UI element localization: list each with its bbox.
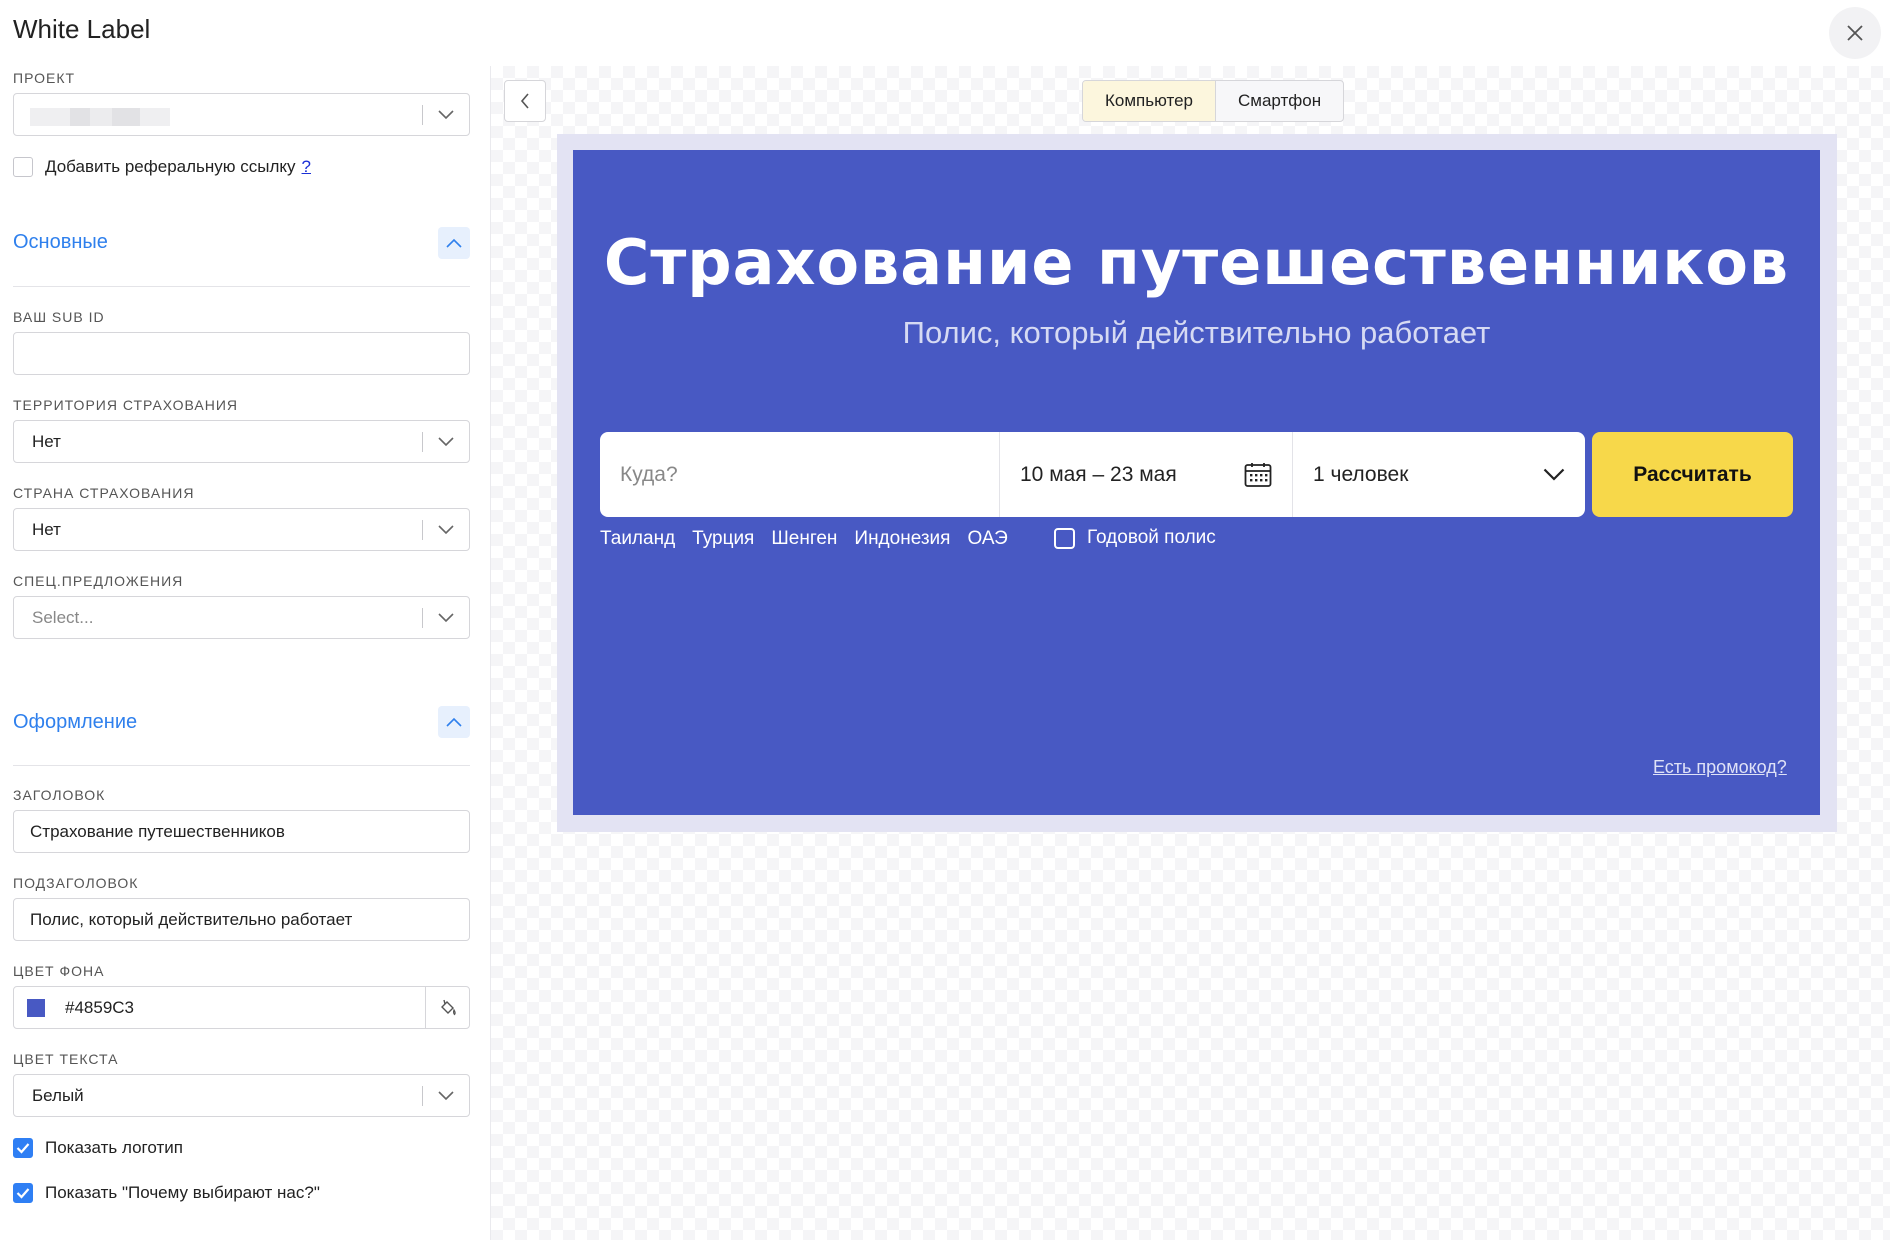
subheading-field[interactable] xyxy=(14,899,469,940)
chevron-down-icon xyxy=(438,524,454,534)
subid-label: ВАШ SUB ID xyxy=(13,309,105,325)
section-design-title[interactable]: Оформление xyxy=(13,711,470,734)
referral-checkbox-row[interactable]: Добавить реферальную ссылку ? xyxy=(13,157,311,177)
quick-destinations: Таиланд Турция Шенген Индонезия ОАЭ xyxy=(600,528,1008,550)
chevron-up-icon xyxy=(446,717,462,727)
section-design-collapse-button[interactable] xyxy=(438,706,470,738)
calculate-button[interactable]: Рассчитать xyxy=(1592,432,1793,517)
show-why-label: Показать "Почему выбирают нас?" xyxy=(45,1183,320,1202)
close-icon xyxy=(1847,25,1863,41)
referral-label: Добавить реферальную ссылку xyxy=(45,157,296,176)
project-label: ПРОЕКТ xyxy=(13,70,76,86)
chevron-down-icon xyxy=(1543,468,1565,481)
subid-field[interactable] xyxy=(14,333,469,374)
hero-subtitle: Полис, который действительно работает xyxy=(902,315,1491,350)
chevron-down-icon xyxy=(438,612,454,622)
referral-help-link[interactable]: ? xyxy=(302,157,311,177)
subheading-input[interactable] xyxy=(13,898,470,941)
bgcolor-label: ЦВЕТ ФОНА xyxy=(13,963,105,979)
heading-field[interactable] xyxy=(14,811,469,852)
chevron-down-icon xyxy=(438,109,454,119)
territory-value: Нет xyxy=(32,431,61,451)
country-value: Нет xyxy=(32,519,61,539)
special-placeholder: Select... xyxy=(32,607,94,627)
color-picker-button[interactable] xyxy=(425,987,469,1028)
travellers-select[interactable]: 1 человек xyxy=(1293,432,1585,517)
bgcolor-value[interactable]: #4859C3 xyxy=(45,998,425,1018)
referral-checkbox[interactable] xyxy=(13,157,33,177)
hero-title: Страхование путешественников xyxy=(603,226,1790,299)
annual-policy-row[interactable]: Годовой полис xyxy=(1054,527,1216,549)
device-toggle: Компьютер Смартфон xyxy=(1082,80,1345,122)
divider xyxy=(13,286,470,287)
project-select[interactable] xyxy=(13,93,470,136)
check-icon xyxy=(16,1143,30,1154)
textcolor-value: Белый xyxy=(32,1085,84,1105)
special-select[interactable]: Select... xyxy=(13,596,470,639)
widget-hero: Страхование путешественников Полис, кото… xyxy=(573,150,1820,815)
settings-sidebar: ПРОЕКТ Добавить реферальную ссылку ? Осн… xyxy=(0,60,490,1240)
close-button[interactable] xyxy=(1829,7,1881,59)
chevron-down-icon xyxy=(438,436,454,446)
show-why-checkbox[interactable] xyxy=(13,1183,33,1203)
section-main-collapse-button[interactable] xyxy=(438,227,470,259)
territory-select[interactable]: Нет xyxy=(13,420,470,463)
divider xyxy=(13,765,470,766)
destination-input[interactable]: Куда? xyxy=(600,432,1000,517)
quick-link[interactable]: Шенген xyxy=(771,528,837,550)
show-logo-row[interactable]: Показать логотип xyxy=(13,1138,183,1158)
back-button[interactable] xyxy=(504,80,546,122)
tab-desktop[interactable]: Компьютер xyxy=(1083,81,1216,121)
subid-input[interactable] xyxy=(13,332,470,375)
show-logo-checkbox[interactable] xyxy=(13,1138,33,1158)
bgcolor-input[interactable]: #4859C3 xyxy=(13,986,470,1029)
calendar-icon xyxy=(1244,462,1272,487)
country-select[interactable]: Нет xyxy=(13,508,470,551)
chevron-down-icon xyxy=(438,1090,454,1100)
chevron-left-icon xyxy=(520,93,529,109)
quick-link[interactable]: Турция xyxy=(692,528,754,550)
textcolor-select[interactable]: Белый xyxy=(13,1074,470,1117)
heading-input[interactable] xyxy=(13,810,470,853)
dates-value: 10 мая – 23 мая xyxy=(1020,462,1177,486)
country-label: СТРАНА СТРАХОВАНИЯ xyxy=(13,485,195,501)
paint-bucket-icon xyxy=(440,999,456,1015)
search-form: Куда? 10 мая – 23 мая 1 человек xyxy=(600,432,1585,517)
special-label: СПЕЦ.ПРЕДЛОЖЕНИЯ xyxy=(13,573,184,589)
textcolor-label: ЦВЕТ ТЕКСТА xyxy=(13,1051,119,1067)
subheading-label: ПОДЗАГОЛОВОК xyxy=(13,875,139,891)
dates-field[interactable]: 10 мая – 23 мая xyxy=(1000,432,1293,517)
window-title: White Label xyxy=(13,14,151,44)
color-swatch[interactable] xyxy=(27,998,45,1017)
heading-label: ЗАГОЛОВОК xyxy=(13,787,106,803)
project-value-redacted xyxy=(30,108,170,126)
promo-link[interactable]: Есть промокод? xyxy=(1653,757,1787,778)
quick-link[interactable]: Таиланд xyxy=(600,528,675,550)
travellers-value: 1 человек xyxy=(1313,462,1409,486)
annual-policy-label: Годовой полис xyxy=(1087,527,1216,548)
chevron-up-icon xyxy=(446,238,462,248)
quick-link[interactable]: ОАЭ xyxy=(967,528,1007,550)
quick-link[interactable]: Индонезия xyxy=(854,528,950,550)
show-why-row[interactable]: Показать "Почему выбирают нас?" xyxy=(13,1183,320,1203)
section-main-title[interactable]: Основные xyxy=(13,231,470,254)
tab-mobile[interactable]: Смартфон xyxy=(1216,81,1343,121)
annual-policy-checkbox[interactable] xyxy=(1054,527,1075,549)
show-logo-label: Показать логотип xyxy=(45,1138,183,1157)
territory-label: ТЕРРИТОРИЯ СТРАХОВАНИЯ xyxy=(13,397,239,413)
check-icon xyxy=(16,1188,30,1199)
